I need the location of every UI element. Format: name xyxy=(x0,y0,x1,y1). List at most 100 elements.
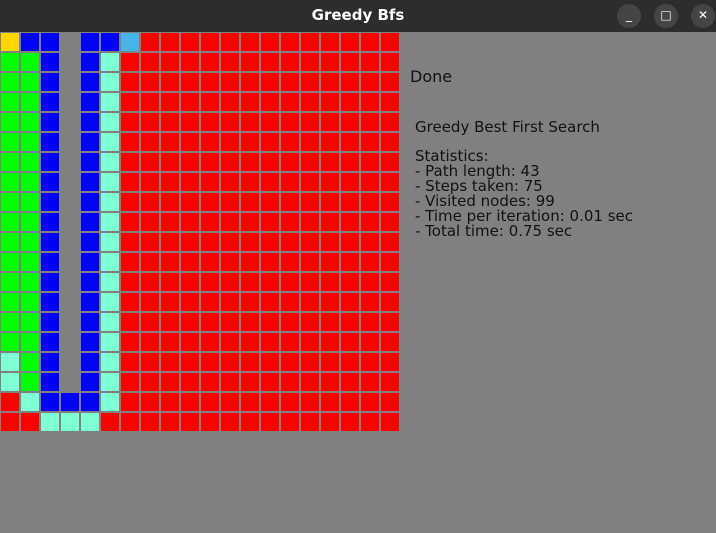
grid-cell[interactable] xyxy=(380,192,400,212)
grid-cell[interactable] xyxy=(160,112,180,132)
grid-cell[interactable] xyxy=(340,92,360,112)
grid-cell[interactable] xyxy=(360,412,380,432)
grid-cell[interactable] xyxy=(260,212,280,232)
grid-cell[interactable] xyxy=(220,152,240,172)
grid-cell[interactable] xyxy=(160,252,180,272)
grid-cell[interactable] xyxy=(300,232,320,252)
grid-cell[interactable] xyxy=(80,332,100,352)
grid-cell[interactable] xyxy=(280,172,300,192)
grid-cell[interactable] xyxy=(320,252,340,272)
grid-cell[interactable] xyxy=(260,72,280,92)
grid-cell[interactable] xyxy=(160,312,180,332)
grid-cell[interactable] xyxy=(300,412,320,432)
grid-cell[interactable] xyxy=(60,52,80,72)
grid-cell[interactable] xyxy=(120,292,140,312)
grid-cell[interactable] xyxy=(260,272,280,292)
grid-cell[interactable] xyxy=(100,132,120,152)
grid-cell[interactable] xyxy=(320,152,340,172)
grid-cell[interactable] xyxy=(60,352,80,372)
grid-cell[interactable] xyxy=(20,232,40,252)
grid-cell[interactable] xyxy=(280,412,300,432)
grid-cell[interactable] xyxy=(220,292,240,312)
grid-cell[interactable] xyxy=(180,292,200,312)
grid-cell[interactable] xyxy=(120,252,140,272)
grid-cell[interactable] xyxy=(240,352,260,372)
grid-cell[interactable] xyxy=(320,392,340,412)
grid-cell[interactable] xyxy=(40,52,60,72)
grid-cell[interactable] xyxy=(360,232,380,252)
grid-cell[interactable] xyxy=(0,232,20,252)
grid-cell[interactable] xyxy=(200,312,220,332)
grid-cell[interactable] xyxy=(280,192,300,212)
grid-cell[interactable] xyxy=(240,252,260,272)
grid-cell[interactable] xyxy=(240,312,260,332)
grid-cell[interactable] xyxy=(0,192,20,212)
grid-cell[interactable] xyxy=(120,112,140,132)
grid-cell[interactable] xyxy=(100,352,120,372)
grid-cell[interactable] xyxy=(0,312,20,332)
grid-cell[interactable] xyxy=(140,172,160,192)
grid-cell[interactable] xyxy=(280,372,300,392)
grid-cell[interactable] xyxy=(140,132,160,152)
grid-cell[interactable] xyxy=(380,32,400,52)
grid-cell[interactable] xyxy=(200,32,220,52)
grid-cell[interactable] xyxy=(380,332,400,352)
grid-cell[interactable] xyxy=(280,292,300,312)
grid-cell[interactable] xyxy=(100,412,120,432)
grid-cell[interactable] xyxy=(240,112,260,132)
grid-cell[interactable] xyxy=(140,412,160,432)
grid-cell[interactable] xyxy=(60,292,80,312)
grid-cell[interactable] xyxy=(160,232,180,252)
grid-cell[interactable] xyxy=(220,332,240,352)
grid-cell[interactable] xyxy=(0,372,20,392)
grid-cell[interactable] xyxy=(80,52,100,72)
grid-cell[interactable] xyxy=(100,372,120,392)
grid-cell[interactable] xyxy=(240,392,260,412)
grid-cell[interactable] xyxy=(340,52,360,72)
grid-cell[interactable] xyxy=(80,72,100,92)
grid-cell[interactable] xyxy=(20,52,40,72)
grid-cell[interactable] xyxy=(20,212,40,232)
grid-cell[interactable] xyxy=(20,152,40,172)
grid-cell[interactable] xyxy=(360,172,380,192)
search-grid[interactable] xyxy=(0,32,400,432)
grid-cell[interactable] xyxy=(220,312,240,332)
grid-cell[interactable] xyxy=(60,392,80,412)
grid-cell[interactable] xyxy=(180,92,200,112)
grid-cell[interactable] xyxy=(340,332,360,352)
grid-cell[interactable] xyxy=(300,372,320,392)
grid-cell[interactable] xyxy=(120,232,140,252)
grid-cell[interactable] xyxy=(260,92,280,112)
grid-cell[interactable] xyxy=(180,252,200,272)
grid-cell[interactable] xyxy=(200,392,220,412)
grid-cell[interactable] xyxy=(40,352,60,372)
grid-cell[interactable] xyxy=(240,132,260,152)
grid-cell[interactable] xyxy=(260,312,280,332)
grid-cell[interactable] xyxy=(0,92,20,112)
grid-cell[interactable] xyxy=(200,372,220,392)
grid-cell[interactable] xyxy=(140,292,160,312)
grid-cell[interactable] xyxy=(260,192,280,212)
grid-cell[interactable] xyxy=(240,372,260,392)
grid-cell[interactable] xyxy=(220,232,240,252)
grid-cell[interactable] xyxy=(20,132,40,152)
grid-cell[interactable] xyxy=(160,132,180,152)
grid-cell[interactable] xyxy=(40,412,60,432)
grid-cell[interactable] xyxy=(40,252,60,272)
grid-cell[interactable] xyxy=(0,332,20,352)
grid-cell[interactable] xyxy=(0,292,20,312)
grid-cell[interactable] xyxy=(20,332,40,352)
grid-cell[interactable] xyxy=(60,72,80,92)
grid-cell[interactable] xyxy=(340,32,360,52)
grid-cell[interactable] xyxy=(240,92,260,112)
grid-cell[interactable] xyxy=(340,292,360,312)
grid-cell[interactable] xyxy=(60,192,80,212)
grid-cell[interactable] xyxy=(80,132,100,152)
grid-cell[interactable] xyxy=(20,32,40,52)
grid-cell[interactable] xyxy=(140,192,160,212)
grid-cell[interactable] xyxy=(380,72,400,92)
grid-cell[interactable] xyxy=(200,212,220,232)
grid-cell[interactable] xyxy=(0,52,20,72)
grid-cell[interactable] xyxy=(320,212,340,232)
grid-cell[interactable] xyxy=(360,292,380,312)
